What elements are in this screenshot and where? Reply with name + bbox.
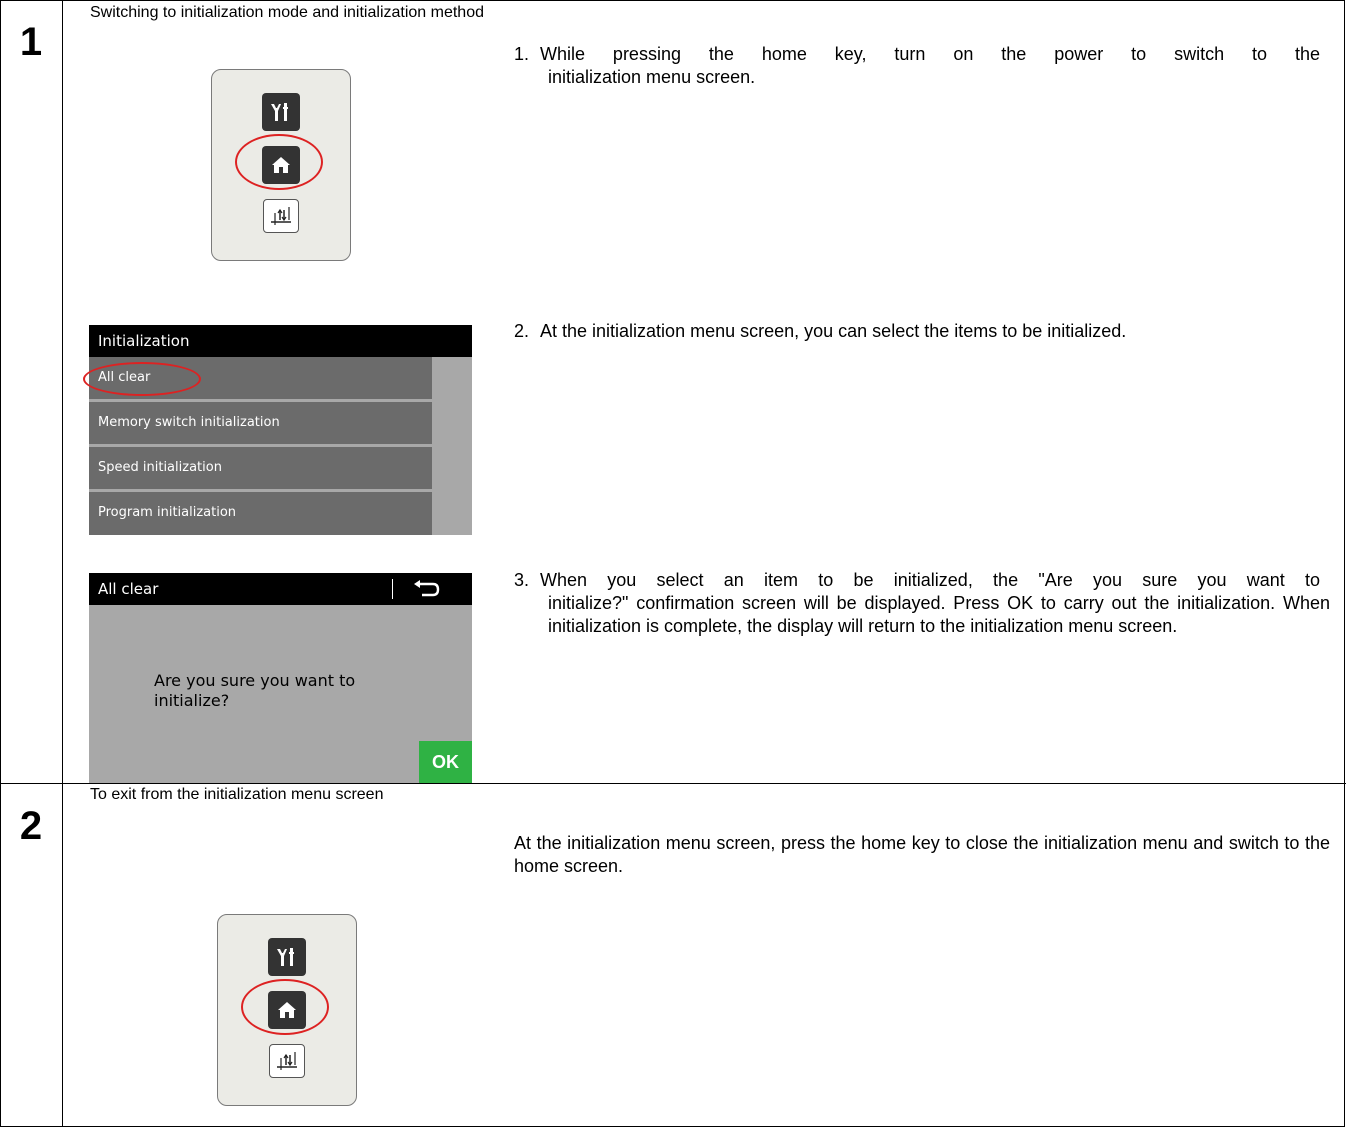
menu-item-program[interactable]: Program initialization xyxy=(89,492,432,535)
confirm-title-bar: All clear xyxy=(89,573,472,605)
home-key-highlight-ring xyxy=(235,134,323,190)
return-arrow-icon xyxy=(414,580,440,597)
step2-instruction: At the initialization menu screen, press… xyxy=(514,833,1330,876)
threading-key[interactable] xyxy=(269,1044,305,1078)
instruction-text: At the initialization menu screen, you c… xyxy=(540,321,1127,341)
table-frame xyxy=(0,0,1345,1127)
instruction-3: 3. When you select an item to be initiali… xyxy=(514,569,1330,638)
threading-key[interactable] xyxy=(263,199,299,233)
step-number: 1 xyxy=(19,20,43,64)
back-button[interactable] xyxy=(411,579,451,599)
menu-item-speed[interactable]: Speed initialization xyxy=(89,447,432,489)
initialization-menu-screen: Initialization All clear Memory switch i… xyxy=(89,325,472,535)
instruction-text-continued: initialize?" confirmation screen will be… xyxy=(548,593,1330,636)
confirm-message: Are you sure you want to initialize? xyxy=(154,671,355,711)
instruction-number: 2. xyxy=(514,321,530,341)
confirmation-screen: All clear Are you sure you want to initi… xyxy=(89,573,472,783)
instruction-2: 2. At the initialization menu screen, you… xyxy=(514,320,1334,343)
menu-item-memory-switch[interactable]: Memory switch initialization xyxy=(89,402,432,444)
settings-key[interactable] xyxy=(268,938,306,976)
title-divider xyxy=(392,579,393,599)
threading-icon xyxy=(271,207,291,225)
step-title: To exit from the initialization menu scr… xyxy=(90,786,384,803)
row-divider xyxy=(0,783,1346,784)
instruction-1: 1. While pressing the home key, turn on t… xyxy=(514,43,1330,89)
instruction-text: While pressing the home key, turn on the… xyxy=(540,44,1320,64)
all-clear-highlight-ring xyxy=(83,362,201,396)
instruction-number: 1. xyxy=(514,44,530,64)
menu-title: Initialization xyxy=(89,325,472,357)
instruction-text: When you select an item to be initialize… xyxy=(540,570,1320,590)
confirm-message-line: initialize? xyxy=(154,691,230,710)
confirm-body: Are you sure you want to initialize? OK xyxy=(89,605,472,783)
confirm-message-line: Are you sure you want to xyxy=(154,671,356,690)
step-number: 2 xyxy=(19,804,43,848)
threading-icon xyxy=(277,1052,297,1070)
settings-tools-icon xyxy=(271,103,288,121)
confirm-title: All clear xyxy=(98,580,159,598)
column-divider xyxy=(62,0,63,1127)
step-title: Switching to initialization mode and ini… xyxy=(90,4,484,21)
instruction-text-continued: initialization menu screen. xyxy=(548,67,756,87)
home-key-highlight-ring xyxy=(241,979,329,1035)
settings-key[interactable] xyxy=(262,93,300,131)
instruction-number: 3. xyxy=(514,570,530,590)
settings-tools-icon xyxy=(277,948,294,966)
ok-button[interactable]: OK xyxy=(419,741,472,783)
